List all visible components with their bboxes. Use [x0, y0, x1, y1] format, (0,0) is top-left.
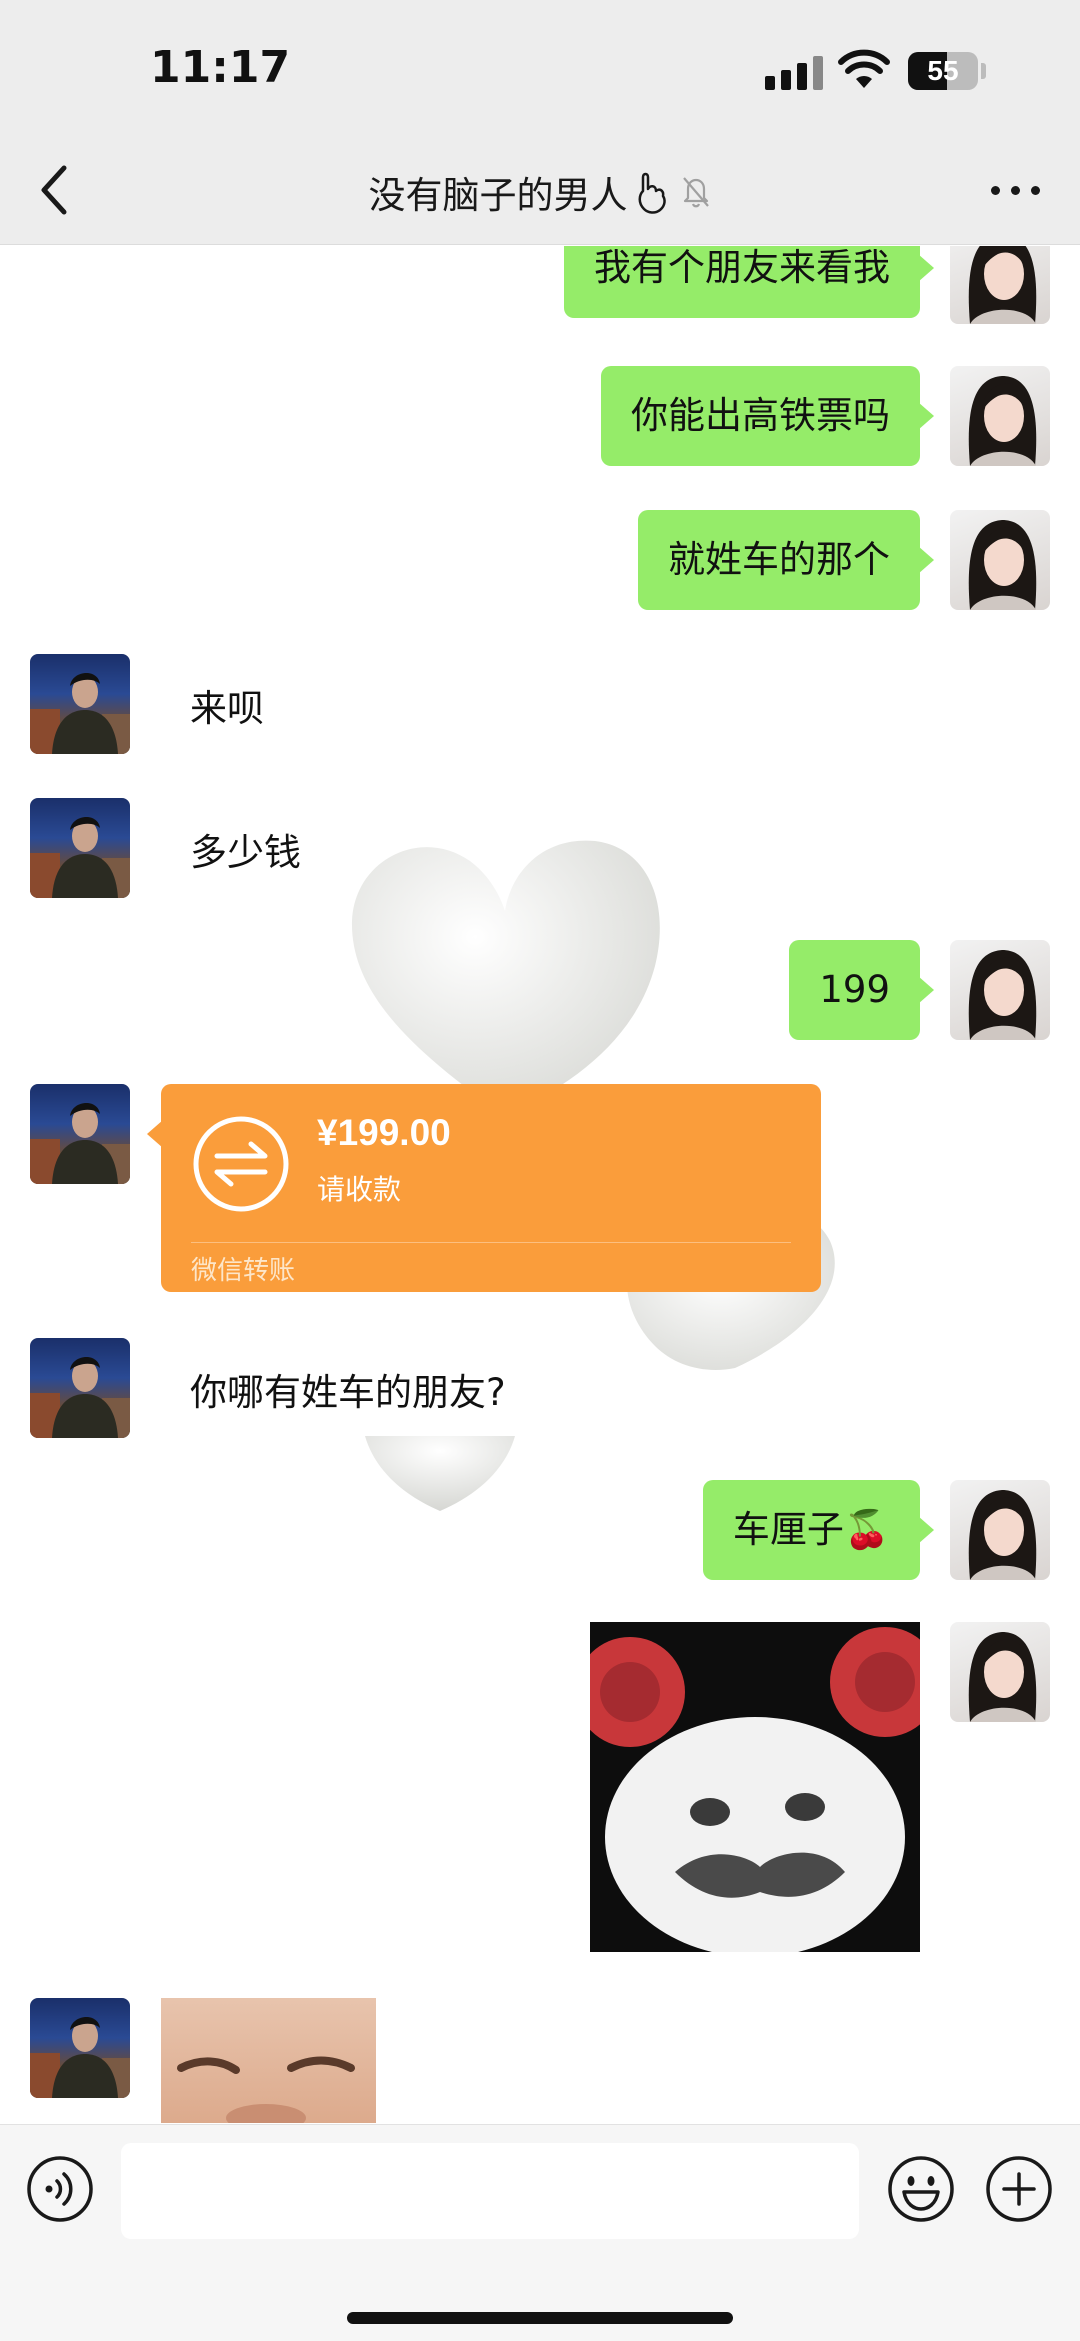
- divider: [191, 1242, 791, 1243]
- outgoing-message-bubble[interactable]: 我有个朋友来看我: [564, 246, 934, 318]
- top-bar: 11:17 55 没有脑子的男人: [0, 0, 1080, 245]
- avatar-girl-image: [968, 520, 1037, 610]
- my-avatar[interactable]: [950, 1622, 1050, 1722]
- transfer-label: 微信转账: [191, 1256, 296, 1286]
- transfer-card[interactable]: ¥199.00 请收款 微信转账: [147, 1084, 821, 1292]
- incoming-message-text[interactable]: 多少钱: [190, 822, 301, 876]
- panda-face-sticker[interactable]: [590, 1622, 920, 1952]
- transfer-arrows-icon: [193, 1116, 289, 1212]
- avatar-boy-image: [30, 1102, 130, 1184]
- hand-emoji-icon: [638, 172, 666, 214]
- more-options-button[interactable]: [985, 170, 1045, 210]
- avatar-girl-image: [968, 1632, 1037, 1722]
- my-avatar[interactable]: [950, 1480, 1050, 1580]
- message-list[interactable]: 我有个朋友来看我 你能出高铁票吗 就姓车的那个 来呗 多少钱 199 ¥199.…: [0, 246, 1080, 2123]
- home-indicator[interactable]: [347, 2312, 733, 2324]
- message-input[interactable]: [121, 2143, 859, 2239]
- panda-sticker-image: [590, 1622, 920, 1952]
- wifi-icon: [838, 49, 890, 88]
- heart-decoration-icon: [351, 840, 660, 1116]
- avatar-girl-image: [968, 376, 1037, 466]
- avatar-girl-image: [968, 246, 1037, 324]
- contact-avatar[interactable]: [30, 798, 130, 898]
- status-time: 11:17: [150, 42, 291, 93]
- plus-button[interactable]: [984, 2154, 1054, 2224]
- avatar-boy-image: [30, 2016, 130, 2098]
- my-avatar[interactable]: [950, 510, 1050, 610]
- my-avatar[interactable]: [950, 940, 1050, 1040]
- incoming-message-text[interactable]: 你哪有姓车的朋友?: [190, 1362, 506, 1416]
- chat-title: 没有脑子的男人: [368, 174, 628, 217]
- battery-level: 55: [927, 55, 959, 86]
- contact-avatar[interactable]: [30, 1084, 130, 1184]
- avatar-boy-image: [30, 816, 130, 898]
- incoming-message-text[interactable]: 来呗: [190, 678, 264, 732]
- outgoing-message-bubble[interactable]: 车厘子🍒: [702, 1480, 935, 1580]
- bell-muted-icon: [682, 177, 709, 208]
- outgoing-message-bubble[interactable]: 就姓车的那个: [638, 510, 934, 610]
- transfer-amount: ¥199.00: [317, 1112, 451, 1153]
- emoji-button[interactable]: [886, 2154, 956, 2224]
- heart-decoration-icon: [365, 1436, 515, 1511]
- contact-avatar[interactable]: [30, 654, 130, 754]
- my-avatar[interactable]: [950, 246, 1050, 324]
- avatar-boy-image: [30, 1356, 130, 1438]
- avatar-boy-image: [30, 672, 130, 754]
- chat-screen: 11:17 55 没有脑子的男人 我有个朋友来看我 你能出高铁票吗 就姓车的那个…: [0, 0, 1080, 2341]
- baby-sticker-image: [177, 2056, 355, 2123]
- cellular-signal-icon: [765, 54, 823, 90]
- outgoing-message-bubble[interactable]: 你能出高铁票吗: [601, 366, 934, 466]
- battery-icon: 55: [908, 52, 978, 90]
- contact-avatar[interactable]: [30, 1338, 130, 1438]
- voice-button[interactable]: [25, 2154, 95, 2224]
- battery-tip: [981, 63, 986, 79]
- crying-baby-sticker[interactable]: [161, 1998, 376, 2123]
- avatar-girl-image: [968, 1490, 1037, 1580]
- outgoing-message-bubble[interactable]: 199: [789, 940, 934, 1040]
- avatar-girl-image: [968, 950, 1037, 1040]
- input-bar: [0, 2124, 1080, 2341]
- my-avatar[interactable]: [950, 366, 1050, 466]
- contact-avatar[interactable]: [30, 1998, 130, 2098]
- chat-title-bar: 没有脑子的男人: [0, 165, 1080, 219]
- transfer-status: 请收款: [317, 1173, 402, 1206]
